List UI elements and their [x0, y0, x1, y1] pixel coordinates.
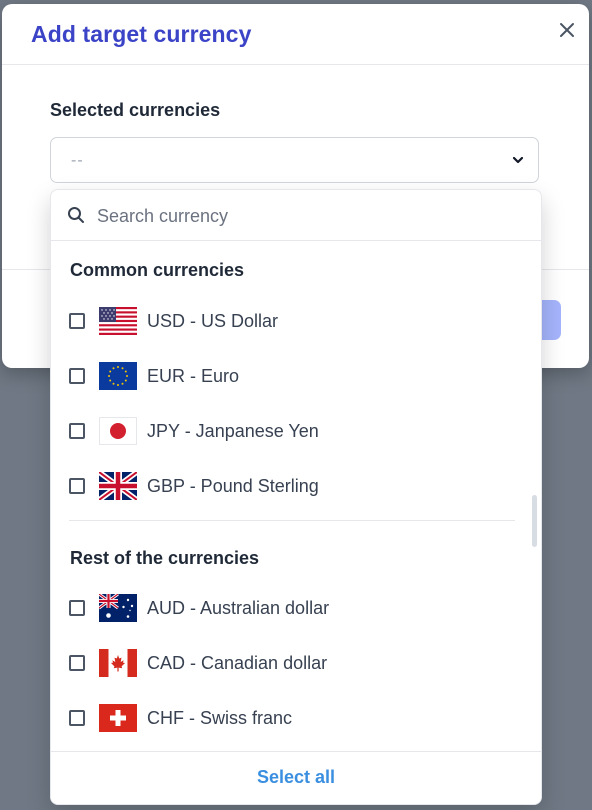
modal-header: Add target currency	[2, 4, 589, 65]
eu-flag-icon	[99, 362, 137, 390]
currency-option-usd[interactable]: USD - US Dollar	[69, 301, 519, 341]
currency-label: GBP - Pound Sterling	[147, 475, 319, 496]
close-icon	[560, 23, 574, 37]
checkbox[interactable]	[69, 313, 85, 329]
rest-currencies-heading: Rest of the currencies	[70, 548, 260, 568]
checkbox[interactable]	[69, 655, 85, 671]
ca-flag-icon	[99, 649, 137, 677]
selected-currencies-label: Selected currencies	[50, 100, 221, 120]
currency-label: EUR - Euro	[147, 365, 240, 386]
chevron-down-icon	[512, 156, 524, 164]
currency-option-aud[interactable]: AUD - Australian dollar	[69, 588, 519, 628]
jp-flag-icon	[99, 417, 137, 445]
modal-title: Add target currency	[31, 21, 252, 47]
au-flag-icon	[99, 594, 137, 622]
currency-label: CHF - Swiss franc	[147, 707, 293, 728]
checkbox[interactable]	[69, 710, 85, 726]
currency-label: JPY - Janpanese Yen	[147, 420, 319, 441]
select-value: --	[71, 152, 84, 169]
checkbox[interactable]	[69, 423, 85, 439]
currency-select[interactable]: --	[50, 137, 539, 183]
close-button[interactable]	[555, 18, 579, 42]
ch-flag-icon	[99, 704, 137, 732]
us-flag-icon	[99, 307, 137, 335]
search-icon	[68, 207, 84, 223]
select-all-button[interactable]: Select all	[51, 767, 541, 788]
currency-option-jpy[interactable]: JPY - Janpanese Yen	[69, 411, 519, 451]
checkbox[interactable]	[69, 478, 85, 494]
currency-dropdown: Common currencies USD - US Dollar	[50, 189, 542, 805]
dropdown-footer: Select all	[51, 751, 541, 804]
currency-option-chf[interactable]: CHF - Swiss franc	[69, 698, 519, 738]
scrollbar[interactable]	[532, 495, 537, 547]
checkbox[interactable]	[69, 368, 85, 384]
gb-flag-icon	[99, 472, 137, 500]
search-row	[51, 190, 541, 241]
currency-option-cad[interactable]: CAD - Canadian dollar	[69, 643, 519, 683]
common-currencies-heading: Common currencies	[70, 260, 245, 280]
search-input[interactable]	[95, 202, 519, 230]
currency-option-eur[interactable]: EUR - Euro	[69, 356, 519, 396]
currency-label: AUD - Australian dollar	[147, 597, 330, 618]
section-divider	[69, 520, 515, 521]
currency-option-gbp[interactable]: GBP - Pound Sterling	[69, 466, 519, 506]
currency-label: CAD - Canadian dollar	[147, 652, 328, 673]
checkbox[interactable]	[69, 600, 85, 616]
currency-label: USD - US Dollar	[147, 310, 279, 331]
